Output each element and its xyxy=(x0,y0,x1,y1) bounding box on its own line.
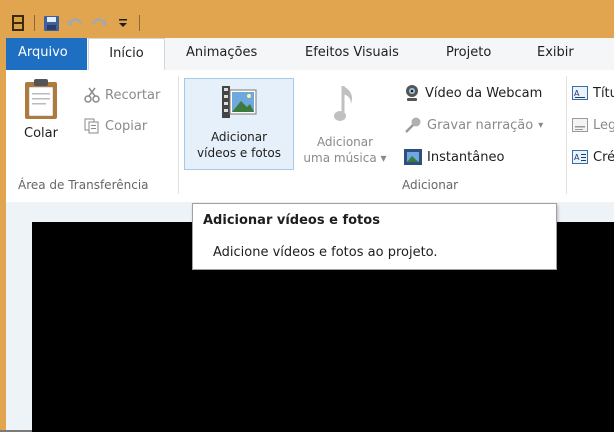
title-icon: A xyxy=(572,86,588,100)
tab-file[interactable]: Arquivo xyxy=(6,38,87,70)
title-button[interactable]: A Títu xyxy=(572,82,614,104)
cut-button[interactable]: Recortar xyxy=(84,84,160,106)
add-music-line1: Adicionar xyxy=(316,135,374,149)
music-note-icon xyxy=(333,84,357,124)
paste-label: Colar xyxy=(24,126,58,141)
videos-photos-icon xyxy=(221,85,257,119)
tooltip: Adicionar vídeos e fotos Adicione vídeos… xyxy=(192,203,557,270)
svg-text:A: A xyxy=(574,89,580,98)
copy-button[interactable]: Copiar xyxy=(84,115,147,137)
app-menu-icon[interactable] xyxy=(10,15,26,31)
add-group-label: Adicionar xyxy=(402,178,459,192)
paste-button[interactable]: Colar xyxy=(16,78,66,158)
app-window: Arquivo Início Animações Efeitos Visuais… xyxy=(0,0,614,432)
snapshot-label: Instantâneo xyxy=(427,149,505,165)
snapshot-button[interactable]: Instantâneo xyxy=(404,146,504,168)
group-separator xyxy=(566,76,567,194)
quick-access-toolbar xyxy=(10,12,140,34)
webcam-icon xyxy=(404,84,420,102)
tab-animations[interactable]: Animações xyxy=(174,38,269,70)
tab-view[interactable]: Exibir xyxy=(525,38,586,70)
add-videos-line1: Adicionar xyxy=(210,130,268,144)
narration-label: Gravar narração xyxy=(427,117,534,133)
caption-icon xyxy=(572,118,588,132)
credits-label: Cré xyxy=(593,149,614,165)
snapshot-icon xyxy=(404,149,422,165)
tooltip-description: Adicione vídeos e fotos ao projeto. xyxy=(213,245,438,260)
dropdown-arrow-icon: ▾ xyxy=(380,151,387,165)
caption-label: Leg xyxy=(593,117,614,133)
caption-button[interactable]: Leg xyxy=(572,114,614,136)
title-label: Títu xyxy=(593,85,614,101)
copy-label: Copiar xyxy=(105,118,148,134)
undo-icon[interactable] xyxy=(67,15,83,31)
add-music-button[interactable]: Adicionar uma música ▾ xyxy=(298,78,392,170)
dropdown-arrow-icon: ▾ xyxy=(538,119,544,131)
save-icon[interactable] xyxy=(43,15,59,31)
group-separator xyxy=(178,76,179,194)
ribbon-tab-row: Arquivo Início Animações Efeitos Visuais… xyxy=(6,38,614,71)
record-narration-button[interactable]: Gravar narração ▾ xyxy=(404,114,543,136)
cut-label: Recortar xyxy=(105,87,161,103)
credits-button[interactable]: A Cré xyxy=(572,146,614,168)
redo-icon[interactable] xyxy=(91,15,107,31)
tab-project[interactable]: Projeto xyxy=(434,38,503,70)
credits-icon: A xyxy=(572,150,588,164)
webcam-video-button[interactable]: Vídeo da Webcam xyxy=(404,82,542,104)
add-music-line2: uma música ▾ xyxy=(303,151,387,165)
copy-icon xyxy=(84,118,100,134)
clipboard-icon xyxy=(24,78,58,120)
tab-home[interactable]: Início xyxy=(88,38,165,71)
tab-visual-effects[interactable]: Efeitos Visuais xyxy=(293,38,411,70)
toolbar-separator xyxy=(139,15,140,31)
add-videos-photos-button[interactable]: Adicionar vídeos e fotos xyxy=(184,78,294,170)
microphone-icon xyxy=(404,116,422,134)
tooltip-title: Adicionar vídeos e fotos xyxy=(203,213,380,228)
title-bar xyxy=(6,0,614,38)
add-videos-line2: vídeos e fotos xyxy=(197,146,281,160)
svg-text:A: A xyxy=(574,153,580,162)
ribbon: Colar Recortar Copiar Área de Transferên… xyxy=(6,70,614,203)
scissors-icon xyxy=(84,87,100,103)
webcam-label: Vídeo da Webcam xyxy=(425,85,543,101)
customize-toolbar-icon[interactable] xyxy=(115,15,131,31)
toolbar-separator xyxy=(34,15,35,31)
clipboard-group-label: Área de Transferência xyxy=(18,178,149,192)
